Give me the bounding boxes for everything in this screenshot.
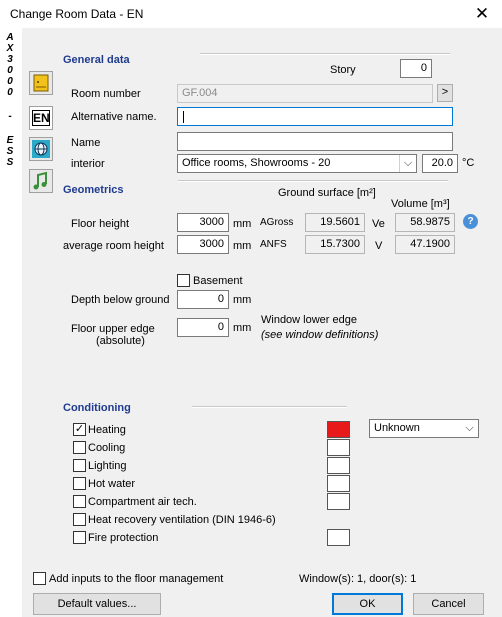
hot-water-label: Hot water <box>88 478 136 490</box>
floor-upper-edge-label: Floor upper edge <box>71 323 155 335</box>
interior-select-value: Office rooms, Showrooms - 20 <box>182 157 331 169</box>
chevron-down-icon: ⌵ <box>465 422 474 434</box>
lighting-checkbox[interactable] <box>73 459 86 472</box>
separator <box>178 180 448 182</box>
music-note-icon[interactable] <box>29 169 53 193</box>
heating-checkbox[interactable]: ✓ <box>73 423 86 436</box>
sidebar-letter: X <box>6 43 14 54</box>
sidebar-letter: - <box>8 111 12 122</box>
chevron-down-icon: ⌵ <box>399 155 416 172</box>
cooling-checkbox[interactable] <box>73 441 86 454</box>
help-icon[interactable]: ? <box>463 214 478 229</box>
sidebar-letter: E <box>6 135 14 146</box>
window-door-count: Window(s): 1, door(s): 1 <box>299 573 417 585</box>
text-caret <box>183 111 184 123</box>
basement-checkbox[interactable] <box>177 274 190 287</box>
room-number-field[interactable]: GF.004 <box>177 84 433 103</box>
volume-label: Volume [m³] <box>391 198 450 210</box>
lighting-label: Lighting <box>88 460 127 472</box>
default-values-button[interactable]: Default values... <box>33 593 161 615</box>
story-field[interactable]: 0 <box>400 59 432 78</box>
name-label: Name <box>71 137 101 149</box>
temperature-field[interactable]: 20.0 <box>422 154 458 173</box>
floor-height-field[interactable]: 3000 <box>177 213 229 232</box>
depth-below-ground-label: Depth below ground <box>71 294 170 306</box>
floor-upper-edge-field[interactable]: 0 <box>177 318 229 337</box>
window-title: Change Room Data - EN <box>10 7 144 21</box>
ground-surface-label: Ground surface [m²] <box>278 187 376 199</box>
basement-label: Basement <box>193 275 243 287</box>
add-inputs-checkbox[interactable] <box>33 572 46 585</box>
v-value: 47.1900 <box>395 235 455 254</box>
hot-water-color-swatch[interactable] <box>327 475 350 492</box>
window-definitions-hint: (see window definitions) <box>261 329 379 341</box>
window-lower-edge-label: Window lower edge <box>261 314 357 326</box>
ve-value: 58.9875 <box>395 213 455 232</box>
room-number-select-button[interactable]: > <box>437 84 453 102</box>
heat-recovery-checkbox[interactable] <box>73 513 86 526</box>
v-label: V <box>375 240 383 252</box>
fire-protection-checkbox[interactable] <box>73 531 86 544</box>
lighting-color-swatch[interactable] <box>327 457 350 474</box>
add-inputs-label: Add inputs to the floor management <box>49 573 224 585</box>
anfs-label: ANFS <box>260 239 287 250</box>
interior-select[interactable]: Office rooms, Showrooms - 20 ⌵ <box>177 154 417 173</box>
heating-type-value: Unknown <box>374 422 420 434</box>
average-room-height-unit: mm <box>233 240 252 252</box>
floor-height-unit: mm <box>233 218 252 230</box>
average-room-height-label: average room height <box>63 240 164 252</box>
hot-water-checkbox[interactable] <box>73 477 86 490</box>
room-number-label: Room number <box>71 88 141 100</box>
floor-upper-edge-unit: mm <box>233 322 252 334</box>
alternative-name-label: Alternative name. <box>71 111 157 123</box>
depth-unit: mm <box>233 294 252 306</box>
separator <box>200 53 450 55</box>
cooling-color-swatch[interactable] <box>327 439 350 456</box>
general-data-heading: General data <box>63 54 130 66</box>
fire-protection-color-swatch[interactable] <box>327 529 350 546</box>
sidebar-letter: 3 <box>7 54 13 65</box>
heating-type-select[interactable]: Unknown ⌵ <box>369 419 479 438</box>
heating-color-swatch[interactable] <box>327 421 350 438</box>
sidebar-letter: 0 <box>7 87 13 98</box>
average-room-height-field[interactable]: 3000 <box>177 235 229 254</box>
temperature-unit: °C <box>462 157 475 169</box>
close-button[interactable]: ✕ <box>468 2 496 26</box>
ve-label: Ve <box>372 218 385 230</box>
en-icon-label: EN <box>32 110 50 126</box>
alternative-name-field[interactable] <box>177 107 453 126</box>
sidebar-letter: 0 <box>7 65 13 76</box>
anfs-value: 15.7300 <box>305 235 365 254</box>
heating-label: Heating <box>88 424 126 436</box>
sidebar-letter: S <box>6 146 14 157</box>
agross-value: 19.5601 <box>305 213 365 232</box>
separator <box>192 406 347 408</box>
ok-button[interactable]: OK <box>332 593 403 615</box>
globe-icon[interactable] <box>29 137 53 161</box>
vertical-sidebar: A X 3 0 0 0 - E S S <box>0 28 22 617</box>
conditioning-heading: Conditioning <box>63 402 131 414</box>
compartment-air-checkbox[interactable] <box>73 495 86 508</box>
compartment-air-label: Compartment air tech. <box>88 496 197 508</box>
fire-protection-label: Fire protection <box>88 532 159 544</box>
name-field[interactable] <box>177 132 453 151</box>
geometrics-heading: Geometrics <box>63 184 124 196</box>
sidebar-letter: 0 <box>7 76 13 87</box>
heat-recovery-label: Heat recovery ventilation (DIN 1946-6) <box>88 514 276 526</box>
interior-label: interior <box>71 158 105 170</box>
cancel-button[interactable]: Cancel <box>413 593 484 615</box>
floor-height-label: Floor height <box>71 218 130 230</box>
sidebar-letter: A <box>6 32 14 43</box>
agross-label: AGross <box>260 217 294 228</box>
depth-below-ground-field[interactable]: 0 <box>177 290 229 309</box>
cooling-label: Cooling <box>88 442 126 454</box>
compartment-air-color-swatch[interactable] <box>327 493 350 510</box>
room-stamp-icon[interactable] <box>29 71 53 95</box>
floor-upper-edge-sublabel: (absolute) <box>96 335 145 347</box>
story-label: Story <box>330 64 356 76</box>
sidebar-letter: S <box>6 157 14 168</box>
en-standard-icon[interactable]: EN <box>29 106 53 130</box>
